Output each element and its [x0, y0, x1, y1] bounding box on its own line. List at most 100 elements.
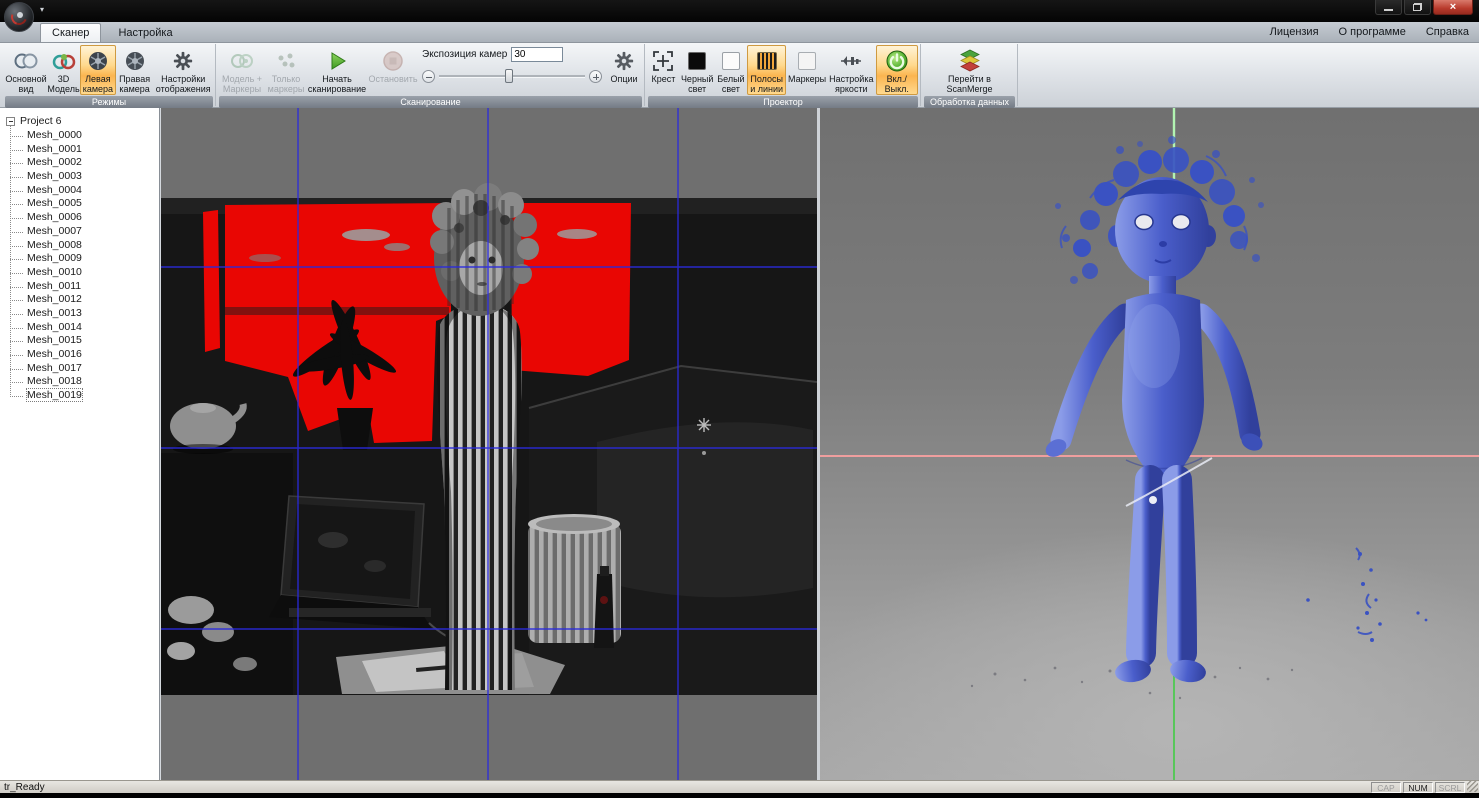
display-settings-button[interactable]: Настройки отображения [153, 45, 213, 95]
tree-children: Mesh_0000Mesh_0001Mesh_0002Mesh_0003Mesh… [10, 129, 159, 403]
menu-about[interactable]: О программе [1339, 26, 1406, 38]
resize-grip-icon[interactable] [1467, 781, 1478, 792]
camera-viewport [161, 108, 817, 780]
tree-item[interactable]: Mesh_0001 [10, 143, 159, 157]
tree-item[interactable]: Mesh_0003 [10, 170, 159, 184]
ribbon: Основной вид 3D Модель Левая камера [0, 43, 1479, 108]
group-scanning: Модель + Маркеры Только маркеры Начать с… [217, 44, 645, 106]
tree-item[interactable]: Mesh_0017 [10, 362, 159, 376]
minimize-icon [1384, 9, 1393, 11]
stop-icon [381, 48, 405, 74]
exposure-slider-track[interactable] [439, 75, 585, 78]
go-scanmerge-button[interactable]: Перейти в ScanMerge [925, 45, 1015, 95]
tree-item[interactable]: Mesh_0018 [10, 375, 159, 389]
menu-help[interactable]: Справка [1426, 26, 1469, 38]
model-markers-button: Модель + Маркеры [219, 45, 265, 95]
minimize-button[interactable] [1375, 0, 1402, 15]
restore-button[interactable] [1404, 0, 1431, 15]
close-button[interactable]: × [1433, 0, 1473, 15]
crosshair-icon [651, 48, 675, 74]
app-window: ▾ × Сканер Настройка Лицензия О программ… [0, 0, 1479, 798]
tree-root[interactable]: Project 6 [0, 108, 159, 129]
tree-item[interactable]: Mesh_0006 [10, 211, 159, 225]
top-right-menu: Лицензия О программе Справка [1270, 26, 1469, 38]
tree-item[interactable]: Mesh_0005 [10, 197, 159, 211]
right-camera-icon [123, 48, 147, 74]
tree-item[interactable]: Mesh_0012 [10, 293, 159, 307]
status-text: tr_Ready [4, 782, 45, 793]
tree-root-label: Project 6 [20, 115, 61, 127]
tree-item[interactable]: Mesh_0004 [10, 184, 159, 198]
caps-indicator: CAP [1371, 782, 1401, 793]
options-gear-icon [612, 48, 636, 74]
markers-only-button: Только маркеры [266, 45, 306, 95]
ribbon-tab-row: Сканер Настройка Лицензия О программе Сп… [0, 22, 1479, 43]
camera-image [161, 108, 817, 780]
start-scan-button[interactable]: Начать сканирование [307, 45, 367, 95]
exposure-decrease-button[interactable] [422, 70, 435, 83]
tree-item[interactable]: Mesh_0011 [10, 280, 159, 294]
tab-settings[interactable]: Настройка [107, 24, 183, 42]
group-projector: Крест Черный свет Белый свет Полосы и ли… [646, 44, 921, 106]
markers-only-icon [274, 48, 298, 74]
options-button[interactable]: Опции [606, 45, 642, 95]
tree-item[interactable]: Mesh_0016 [10, 348, 159, 362]
tree-item[interactable]: Mesh_0014 [10, 321, 159, 335]
scanmerge-layers-icon [957, 48, 983, 74]
stripes-icon [757, 48, 777, 74]
tree-item[interactable]: Mesh_0009 [10, 252, 159, 266]
model-markers-icon [229, 48, 255, 74]
main-content: Project 6 Mesh_0000Mesh_0001Mesh_0002Mes… [0, 108, 1479, 780]
scroll-indicator: SCRL [1435, 782, 1465, 793]
group-label-projector: Проектор [648, 96, 918, 108]
window-controls: × [1375, 0, 1473, 15]
group-label-modes: Режимы [5, 96, 213, 108]
stop-scan-button: Остановить [368, 45, 418, 95]
right-camera-button[interactable]: Правая камера [117, 45, 153, 95]
black-light-button[interactable]: Черный свет [680, 45, 714, 95]
tree-item[interactable]: Mesh_0019 [10, 389, 159, 403]
tab-scanner[interactable]: Сканер [40, 23, 101, 42]
left-camera-button[interactable]: Левая камера [80, 45, 116, 95]
project-tree-panel: Project 6 Mesh_0000Mesh_0001Mesh_0002Mes… [0, 108, 160, 780]
cross-button[interactable]: Крест [648, 45, 679, 95]
quick-access-dropdown-icon[interactable]: ▾ [40, 5, 44, 14]
exposure-block: Экспозиция камер [419, 45, 605, 95]
markers-square-icon [798, 48, 816, 74]
brightness-button[interactable]: Настройка яркости [828, 45, 874, 95]
menu-license[interactable]: Лицензия [1270, 26, 1319, 38]
doll-mesh [1042, 136, 1265, 684]
brightness-slider-icon [838, 48, 864, 74]
stripes-lines-button[interactable]: Полосы и линии [747, 45, 786, 95]
model-3d-viewport[interactable] [820, 108, 1479, 780]
tree-item[interactable]: Mesh_0015 [10, 334, 159, 348]
projector-on-off-button[interactable]: Вкл./Выкл. [876, 45, 919, 95]
main-view-button[interactable]: Основной вид [5, 45, 47, 95]
white-light-button[interactable]: Белый свет [715, 45, 746, 95]
group-modes: Основной вид 3D Модель Левая камера [3, 44, 216, 106]
tree-item[interactable]: Mesh_0002 [10, 156, 159, 170]
play-icon [325, 48, 349, 74]
main-view-icon [13, 48, 39, 74]
model-3d-render [820, 108, 1479, 780]
model-3d-button[interactable]: 3D Модель [48, 45, 79, 95]
tree-item[interactable]: Mesh_0013 [10, 307, 159, 321]
group-label-scanning: Сканирование [219, 96, 642, 108]
tree-item[interactable]: Mesh_0000 [10, 129, 159, 143]
tree-item[interactable]: Mesh_0007 [10, 225, 159, 239]
group-data-processing: Перейти в ScanMerge Обработка данных [922, 44, 1018, 106]
restore-icon [1413, 3, 1422, 11]
app-logo-icon[interactable] [4, 2, 34, 32]
exposure-input[interactable] [511, 47, 563, 62]
collapse-icon[interactable] [6, 117, 15, 126]
gear-icon [171, 48, 195, 74]
projector-markers-button[interactable]: Маркеры [787, 45, 827, 95]
power-icon [884, 48, 910, 74]
exposure-increase-button[interactable] [589, 70, 602, 83]
exposure-label: Экспозиция камер [422, 49, 507, 60]
exposure-slider-thumb[interactable] [505, 69, 513, 83]
tree-item[interactable]: Mesh_0008 [10, 239, 159, 253]
black-square-icon [688, 48, 706, 74]
bottom-strip [0, 793, 1479, 798]
tree-item[interactable]: Mesh_0010 [10, 266, 159, 280]
